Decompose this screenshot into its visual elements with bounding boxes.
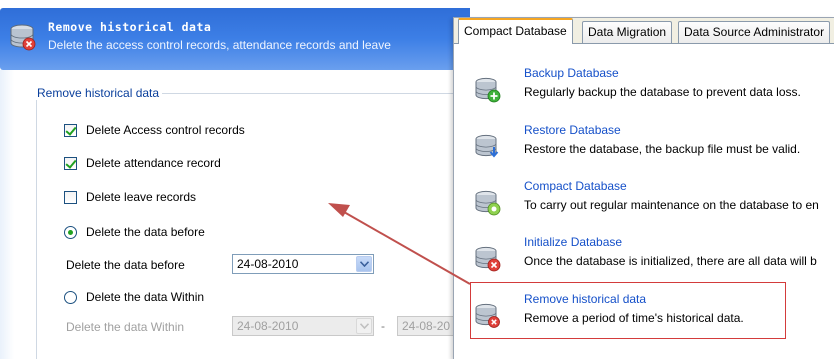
dialog-description: Delete the access control records, atten… <box>48 38 391 52</box>
before-date-value: 24-08-2010 <box>237 257 299 271</box>
initialize-database-item[interactable]: Initialize Database Once the database is… <box>464 233 834 285</box>
before-date-combo[interactable]: 24-08-2010 <box>232 254 374 274</box>
before-radio[interactable] <box>64 225 77 239</box>
database-backup-icon <box>475 77 501 103</box>
before-radio-row[interactable]: Delete the data before <box>64 225 205 239</box>
leave-checkbox[interactable] <box>64 190 77 204</box>
tab-compact-database[interactable]: Compact Database <box>458 18 573 44</box>
compact-database-link[interactable]: Compact Database <box>524 179 627 193</box>
restore-database-description: Restore the database, the backup file mu… <box>524 142 801 156</box>
chevron-down-icon <box>359 323 369 329</box>
initialize-database-description: Once the database is initialized, there … <box>524 254 817 268</box>
within-field-label: Delete the data Within <box>66 320 185 334</box>
remove-historical-data-link[interactable]: Remove historical data <box>524 292 646 306</box>
attendance-checkbox[interactable] <box>64 156 77 170</box>
chevron-down-icon <box>359 261 369 267</box>
access-control-label: Delete Access control records <box>86 123 245 137</box>
tab-content: Backup Database Regularly backup the dat… <box>454 43 834 359</box>
before-radio-label: Delete the data before <box>86 225 205 239</box>
backup-database-item[interactable]: Backup Database Regularly backup the dat… <box>464 64 834 116</box>
tab-data-source-administrator[interactable]: Data Source Administrator <box>678 21 831 43</box>
database-compact-icon <box>475 190 501 216</box>
dialog-title: Remove historical data <box>48 20 212 34</box>
within-radio-row[interactable]: Delete the data Within <box>64 290 204 304</box>
initialize-database-link[interactable]: Initialize Database <box>524 235 622 249</box>
database-initialize-icon <box>475 246 501 272</box>
within-from-dropdown-button[interactable] <box>356 318 372 334</box>
leave-checkbox-row[interactable]: Delete leave records <box>64 190 196 204</box>
attendance-checkbox-row[interactable]: Delete attendance record <box>64 156 221 170</box>
database-restore-icon <box>475 134 499 158</box>
within-from-value: 24-08-2010 <box>237 319 299 333</box>
access-control-checkbox-row[interactable]: Delete Access control records <box>64 123 245 137</box>
group-border-left <box>36 93 37 359</box>
compact-database-description: To carry out regular maintenance on the … <box>524 198 819 212</box>
database-remove-icon <box>10 24 36 51</box>
within-from-combo[interactable]: 24-08-2010 <box>232 316 374 336</box>
database-remove-icon <box>475 303 500 328</box>
within-radio-label: Delete the data Within <box>86 290 205 304</box>
attendance-label: Delete attendance record <box>86 156 221 170</box>
within-to-value: 24-08-20 <box>402 319 451 333</box>
backup-database-link[interactable]: Backup Database <box>524 66 619 80</box>
within-to-combo[interactable]: 24-08-20 <box>397 316 457 336</box>
before-field-label: Delete the data before <box>66 258 185 272</box>
tab-strip: Compact Database Data Migration Data Sou… <box>454 18 834 44</box>
remove-historical-data-description: Remove a period of time's historical dat… <box>524 311 744 325</box>
restore-database-item[interactable]: Restore Database Restore the database, t… <box>464 121 834 173</box>
tab-data-migration[interactable]: Data Migration <box>582 21 673 43</box>
remove-historical-data-item[interactable]: Remove historical data Remove a period o… <box>464 290 834 342</box>
before-date-dropdown-button[interactable] <box>356 256 372 272</box>
within-separator: - <box>381 319 385 333</box>
within-radio[interactable] <box>64 290 77 304</box>
restore-database-link[interactable]: Restore Database <box>524 123 621 137</box>
compact-database-item[interactable]: Compact Database To carry out regular ma… <box>464 177 834 229</box>
backup-database-description: Regularly backup the database to prevent… <box>524 85 801 99</box>
leave-label: Delete leave records <box>86 190 197 204</box>
access-control-checkbox[interactable] <box>64 123 77 137</box>
dialog-header: Remove historical data Delete the access… <box>0 8 470 70</box>
group-title: Remove historical data <box>34 86 163 100</box>
left-accent-strip <box>0 70 14 359</box>
database-maintenance-panel: Compact Database Data Migration Data Sou… <box>453 17 834 359</box>
